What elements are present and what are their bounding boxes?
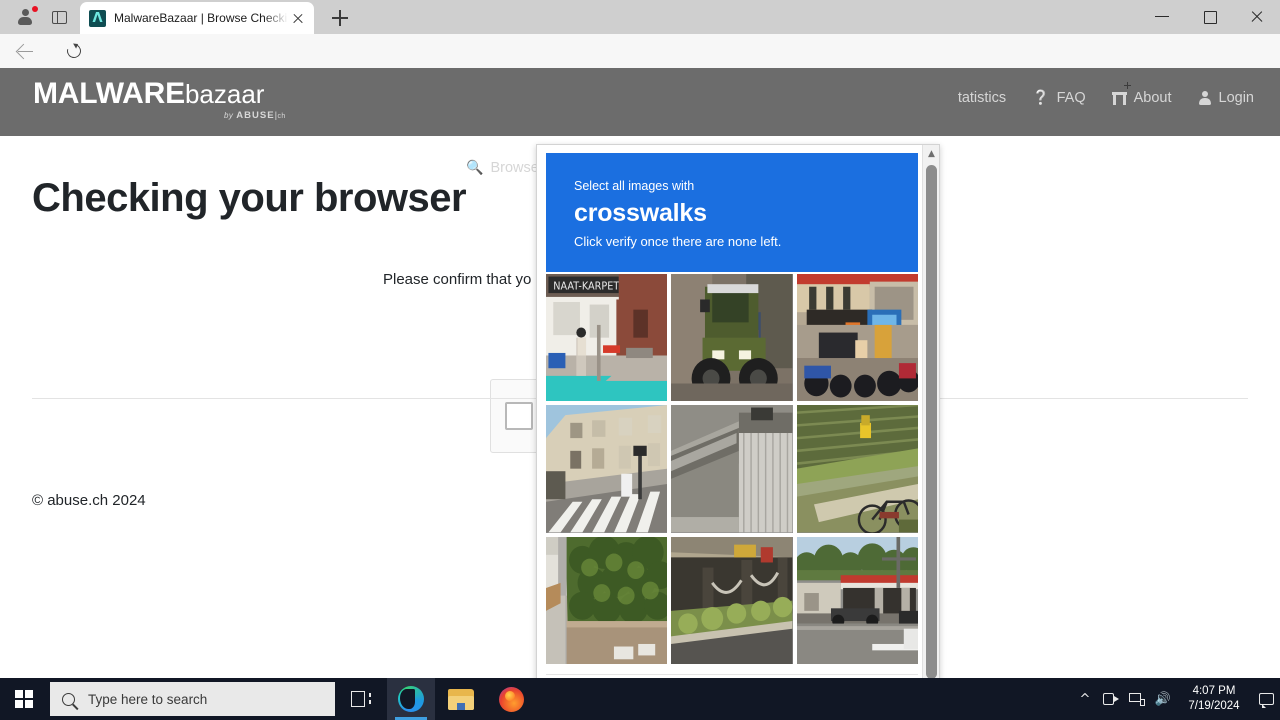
windows-logo-icon — [15, 690, 33, 708]
microsoft-edge-icon — [398, 686, 424, 712]
nav-label: FAQ — [1056, 90, 1086, 106]
reload-button[interactable] — [60, 38, 90, 64]
captcha-popup: Select all images with crosswalks Click … — [536, 144, 940, 678]
nav-label: tatistics — [957, 90, 1007, 106]
search-icon: 🔍 — [466, 160, 484, 176]
captcha-tile-8[interactable] — [671, 536, 793, 664]
camera-tray-button[interactable] — [1098, 678, 1124, 720]
nav-item-browse[interactable]: 🔍 Browse — [466, 160, 539, 176]
firefox-icon — [498, 686, 524, 712]
captcha-tile-6[interactable] — [796, 405, 918, 533]
captcha-prompt-header: Select all images with crosswalks Click … — [546, 153, 918, 272]
captcha-tile-1[interactable]: NAAT-KARPETTEN — [546, 274, 668, 402]
nav-label: About — [1133, 90, 1172, 106]
taskbar-app-firefox[interactable] — [487, 678, 535, 720]
captcha-tile-image — [546, 405, 668, 533]
captcha-tile-image — [671, 405, 793, 533]
browser-toolbar: https://bazaar.abuse.ch/verify-ua/ A)) ☆… — [0, 34, 1280, 99]
taskbar-clock[interactable]: 4:07 PM 7/19/2024 — [1176, 678, 1252, 720]
captcha-tile-2[interactable] — [671, 274, 793, 402]
captcha-tile-9[interactable] — [796, 536, 918, 664]
search-placeholder: Type here to search — [88, 691, 208, 707]
reload-icon — [64, 41, 84, 61]
windows-taskbar: Type here to search ^ 🔊 4:07 PM 7/19/202… — [0, 678, 1280, 720]
brand-primary: MALWARE — [33, 77, 185, 110]
network-tray-button[interactable] — [1124, 678, 1150, 720]
profile-button[interactable] — [8, 4, 42, 30]
scroll-up-icon[interactable]: ▲ — [923, 145, 939, 162]
tab-search-icon — [51, 10, 67, 24]
clock-date: 7/19/2024 — [1188, 700, 1240, 712]
captcha-tile-image — [546, 536, 668, 664]
nav-label: Browse — [490, 160, 539, 176]
tab-title: MalwareBazaar | Browse Checkin — [114, 11, 288, 25]
task-view-icon — [351, 691, 371, 707]
nav-item-faq[interactable]: ❔ FAQ — [1032, 90, 1085, 106]
captcha-prompt-lead: Select all images with — [574, 179, 695, 193]
nav-item-login[interactable]: Login — [1198, 90, 1254, 106]
window-minimize-button[interactable] — [1140, 0, 1186, 32]
clock-time: 4:07 PM — [1192, 685, 1236, 697]
captcha-prompt-target: crosswalks — [574, 199, 707, 227]
captcha-image-grid: NAAT-KARPETTEN — [546, 274, 918, 664]
captcha-tile-image — [796, 536, 918, 664]
question-circle-icon: ❔ — [1032, 90, 1050, 106]
taskbar-app-file-explorer[interactable] — [437, 678, 485, 720]
captcha-checkbox[interactable] — [505, 402, 533, 430]
footer-copyright: © abuse.ch 2024 — [32, 492, 146, 509]
user-icon — [1198, 91, 1212, 105]
taskbar-app-edge[interactable] — [387, 678, 435, 720]
brand-secondary: bazaar — [184, 79, 265, 109]
captcha-tile-image: NAAT-KARPETTEN — [546, 274, 668, 402]
captcha-tile-4[interactable] — [546, 405, 668, 533]
vertical-scroll-thumb[interactable] — [926, 165, 937, 678]
close-tab-icon[interactable] — [288, 8, 308, 28]
system-tray: ^ 🔊 4:07 PM 7/19/2024 — [1072, 678, 1280, 720]
captcha-tile-image — [796, 405, 918, 533]
site-logo[interactable]: MALWAREbazaar — [33, 79, 264, 109]
page-title: Checking your browser — [32, 176, 467, 220]
site-header: MALWAREbazaar by ABUSE|ch 🔍 Browse tatis… — [0, 68, 1280, 176]
captcha-tile-image — [796, 274, 918, 402]
search-icon — [62, 692, 75, 706]
bank-icon — [1111, 91, 1127, 105]
tab-favicon-icon: Λ — [89, 9, 106, 27]
window-close-button[interactable] — [1234, 0, 1280, 32]
notification-icon — [1258, 693, 1274, 708]
captcha-tile-7[interactable] — [546, 536, 668, 664]
brand-byline: by ABUSE|ch — [224, 110, 286, 121]
start-button[interactable] — [0, 678, 48, 720]
taskbar-search-box[interactable]: Type here to search — [50, 682, 335, 716]
nav-item-statistics[interactable]: tatistics — [958, 90, 1006, 106]
new-tab-button[interactable] — [326, 6, 354, 30]
captcha-tile-image — [671, 536, 793, 664]
camera-icon — [1103, 693, 1119, 705]
captcha-prompt-sub: Click verify once there are none left. — [574, 234, 782, 249]
browser-titlebar: Λ MalwareBazaar | Browse Checkin — [0, 0, 1280, 34]
avatar-icon — [18, 9, 33, 25]
captcha-tile-3[interactable] — [796, 274, 918, 402]
back-button[interactable] — [10, 38, 40, 64]
task-view-button[interactable] — [337, 678, 385, 720]
captcha-tile-5[interactable] — [671, 405, 793, 533]
page-content: MALWAREbazaar by ABUSE|ch 🔍 Browse tatis… — [0, 68, 1280, 678]
show-hidden-icons-button[interactable]: ^ — [1072, 678, 1098, 720]
site-nav: tatistics ❔ FAQ About Login — [958, 90, 1254, 106]
file-explorer-icon — [448, 688, 474, 710]
tab-search-button[interactable] — [44, 5, 74, 29]
volume-tray-button[interactable]: 🔊 — [1150, 678, 1176, 720]
captcha-tile-image — [671, 274, 793, 402]
browser-tab[interactable]: Λ MalwareBazaar | Browse Checkin — [80, 2, 314, 34]
profile-alert-dot — [32, 6, 38, 12]
window-maximize-button[interactable] — [1187, 0, 1233, 32]
nav-item-about[interactable]: About — [1111, 90, 1172, 106]
captcha-vertical-scrollbar[interactable]: ▲ ▼ — [922, 145, 939, 678]
browser-window: Λ MalwareBazaar | Browse Checkin https:/… — [0, 0, 1280, 720]
notification-center-button[interactable] — [1252, 678, 1280, 720]
nav-label: Login — [1218, 90, 1254, 106]
network-icon — [1129, 692, 1145, 706]
confirm-instruction: Please confirm that yo — [383, 271, 532, 288]
